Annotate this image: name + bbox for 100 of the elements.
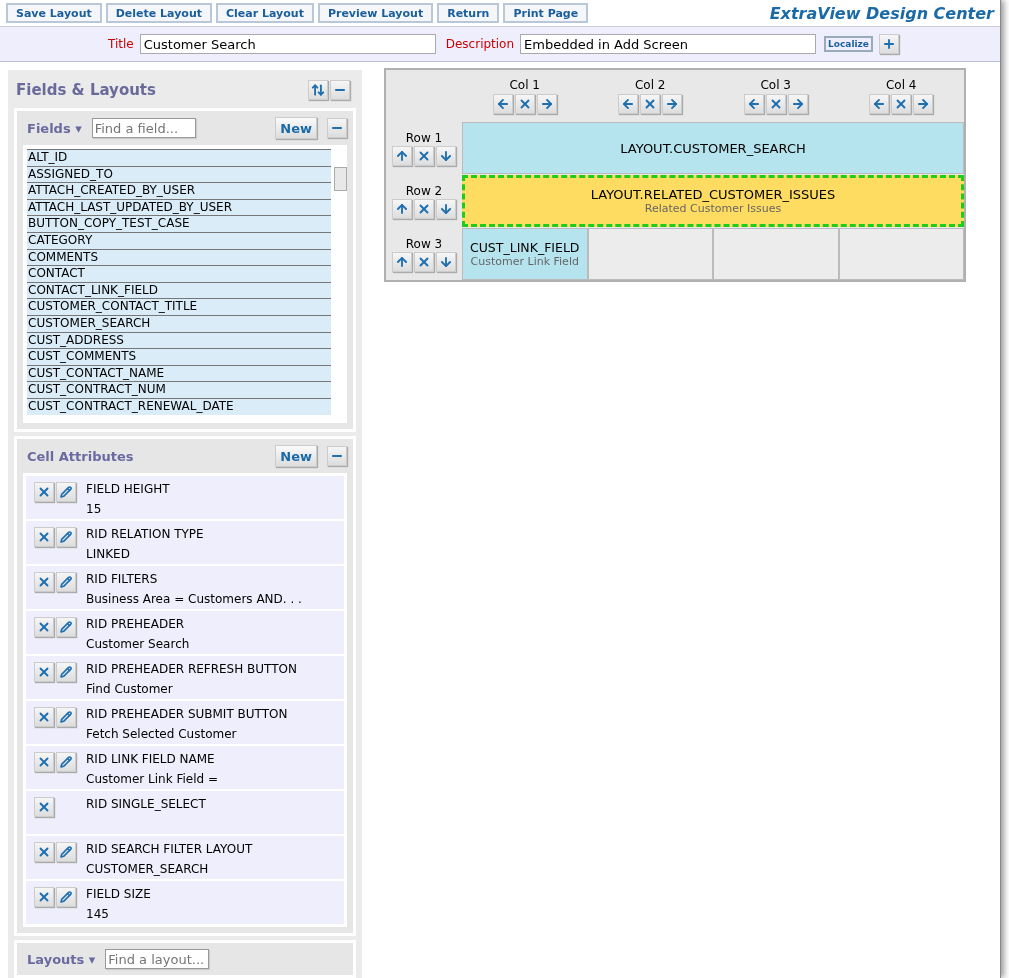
toolbar-button[interactable]: Clear Layout [216, 3, 314, 23]
search-field[interactable]: Find a layout... [105, 949, 210, 969]
remove-button[interactable] [327, 118, 347, 138]
delete-row-button[interactable] [414, 145, 434, 166]
arrow-down-icon [439, 201, 453, 216]
delete-button[interactable] [34, 617, 54, 637]
move-left-button[interactable] [618, 94, 639, 114]
delete-button[interactable] [34, 707, 54, 727]
plus-icon [881, 37, 896, 51]
cell-caption: Customer Link Field [470, 255, 579, 268]
description-field[interactable]: Embedded in Add Screen [520, 34, 817, 54]
delete-button[interactable] [34, 752, 54, 772]
move-right-button[interactable] [662, 94, 683, 114]
move-left-button[interactable] [492, 94, 513, 114]
arrow-down-icon [439, 254, 453, 269]
pencil-icon [60, 621, 72, 633]
collapse-button[interactable] [330, 80, 350, 100]
move-right-button[interactable] [536, 94, 557, 114]
row-label: Row 3 [405, 236, 443, 251]
move-up-button[interactable] [392, 198, 412, 219]
pencil-icon [60, 486, 72, 498]
arrow-up-icon [395, 201, 409, 216]
move-right-button[interactable] [787, 94, 808, 114]
pencil-icon [60, 666, 72, 678]
attribute-name: RID PREHEADER REFRESH BUTTON [86, 662, 297, 676]
field-item[interactable]: CUST_CONTRACT_NUM [27, 381, 331, 398]
arrow-right-icon [790, 97, 805, 111]
arrow-left-icon [746, 97, 761, 111]
toolbar-button[interactable]: Print Page [503, 3, 589, 23]
attribute-name: RID SEARCH FILTER LAYOUT [86, 842, 253, 856]
move-up-button[interactable] [392, 251, 412, 272]
pencil-icon [60, 576, 72, 588]
app-title: ExtraView Design Center [769, 3, 994, 23]
delete-button[interactable] [34, 662, 54, 682]
delete-column-button[interactable] [640, 94, 661, 114]
attribute-value: LINKED [86, 547, 131, 561]
layouts-dropdown[interactable]: Layouts ▾ [27, 951, 96, 967]
edit-button[interactable] [56, 707, 76, 727]
arrow-down-icon [439, 148, 453, 163]
edit-button[interactable] [56, 617, 76, 637]
move-up-button[interactable] [392, 145, 412, 166]
toolbar-button[interactable]: Return [437, 3, 500, 23]
row-label: Row 2 [405, 183, 443, 198]
layout-cell[interactable]: LAYOUT.CUSTOMER_SEARCH [462, 122, 964, 174]
swap-button[interactable] [308, 80, 328, 100]
move-down-button[interactable] [436, 251, 456, 272]
move-left-button[interactable] [743, 94, 764, 114]
delete-column-button[interactable] [514, 94, 535, 114]
delete-button[interactable] [34, 887, 54, 907]
title-label: Title [108, 37, 134, 51]
move-right-button[interactable] [913, 94, 934, 114]
toolbar-button[interactable]: Delete Layout [105, 3, 212, 23]
field-cell[interactable]: CUST_LINK_FIELD Customer Link Field [462, 228, 588, 280]
move-left-button[interactable] [869, 94, 890, 114]
search-field[interactable]: Find a field... [91, 118, 196, 138]
attribute-name: RID PREHEADER [86, 617, 186, 631]
localize-button[interactable]: Localize [824, 36, 873, 52]
field-item[interactable]: ALT_ID [27, 149, 331, 166]
column-label: Col 3 [760, 78, 791, 92]
delete-button[interactable] [34, 797, 54, 817]
arrow-right-icon [916, 97, 931, 111]
delete-button[interactable] [34, 572, 54, 592]
field-item[interactable]: CONTACT [27, 265, 331, 282]
move-down-button[interactable] [436, 145, 456, 166]
move-down-button[interactable] [436, 198, 456, 219]
close-icon [37, 665, 51, 679]
delete-row-button[interactable] [414, 198, 434, 219]
pencil-icon [60, 891, 72, 903]
edit-button[interactable] [56, 842, 76, 862]
edit-button[interactable] [56, 572, 76, 592]
title-field[interactable]: Customer Search [139, 34, 436, 54]
delete-button[interactable] [34, 842, 54, 862]
field-item[interactable]: CUST_COMMENTS [27, 348, 331, 365]
delete-button[interactable] [34, 482, 54, 502]
toolbar-button[interactable]: Save Layout [6, 3, 102, 23]
edit-button[interactable] [56, 527, 76, 547]
delete-row-button[interactable] [414, 251, 434, 272]
toolbar-button[interactable]: Preview Layout [317, 3, 434, 23]
edit-button[interactable] [56, 752, 76, 772]
attribute-value: Fetch Selected Customer [86, 727, 238, 741]
remove-button[interactable] [327, 446, 347, 466]
delete-column-button[interactable] [765, 94, 786, 114]
new-button[interactable]: New [275, 445, 317, 467]
cell-name: CUST_LINK_FIELD [470, 240, 580, 255]
field-item[interactable]: CUSTOMER_CONTACT_TITLE [27, 298, 331, 315]
layout-cell[interactable]: LAYOUT.RELATED_CUSTOMER_ISSUES Related Customer Issues [462, 175, 964, 227]
add-button[interactable] [878, 34, 899, 54]
delete-button[interactable] [34, 527, 54, 547]
close-icon [37, 755, 51, 769]
fields-dropdown[interactable]: Fields ▾ [27, 120, 82, 136]
edit-button[interactable] [56, 662, 76, 682]
field-item[interactable]: BUTTON_COPY_TEST_CASE [27, 215, 331, 232]
edit-button[interactable] [56, 482, 76, 502]
delete-column-button[interactable] [891, 94, 912, 114]
new-button[interactable]: New [275, 117, 317, 139]
column-label: Col 2 [635, 78, 666, 92]
attribute-name: FIELD SIZE [86, 887, 151, 901]
field-item[interactable]: ATTACH_CREATED_BY_USER [27, 182, 331, 199]
edit-button[interactable] [56, 887, 76, 907]
attribute-name: RID RELATION TYPE [86, 527, 204, 541]
